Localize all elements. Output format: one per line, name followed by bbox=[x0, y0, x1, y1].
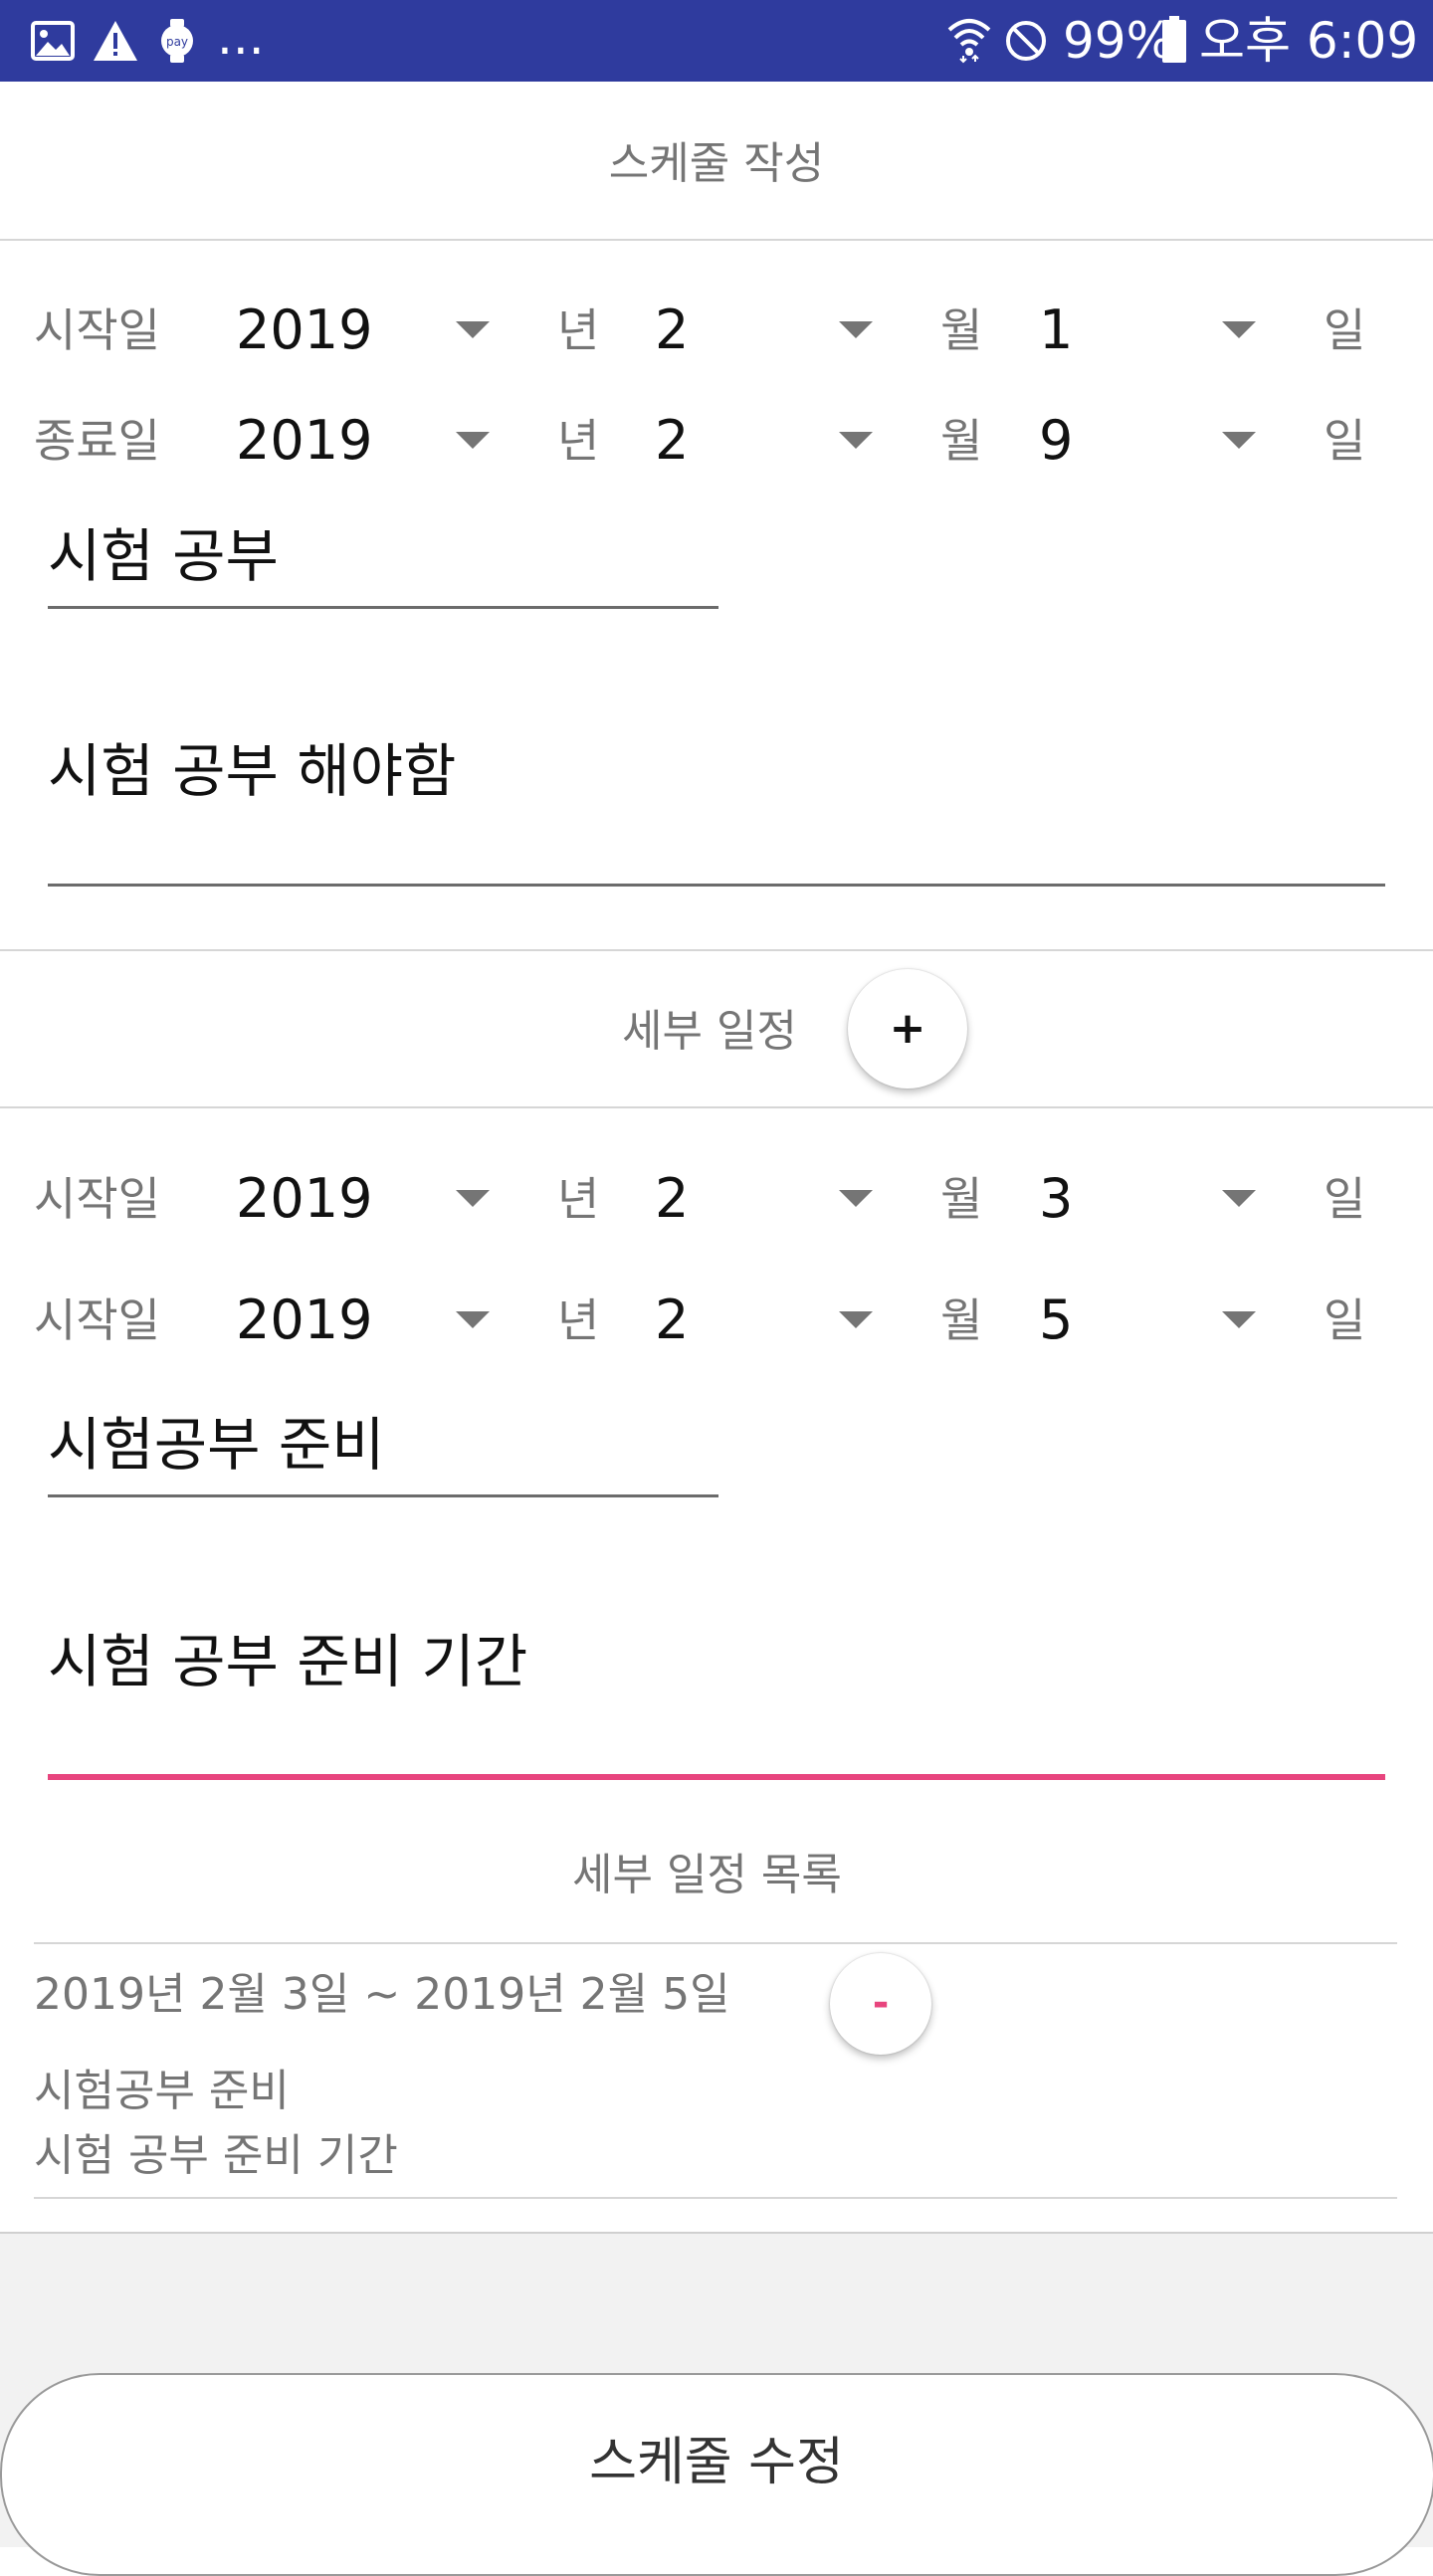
svg-text:pay: pay bbox=[166, 35, 188, 49]
bottom-divider bbox=[0, 2232, 1433, 2234]
detail-start-date-row: 시작일 2019 년 2 월 3 일 bbox=[0, 1154, 1433, 1244]
do-not-disturb-icon bbox=[1006, 21, 1046, 61]
start-date-label: 시작일 bbox=[34, 303, 160, 357]
start-month-spinner[interactable]: 2 bbox=[647, 286, 886, 375]
list-bottom-divider bbox=[34, 2197, 1397, 2199]
end-day-spinner[interactable]: 9 bbox=[1030, 396, 1269, 486]
end-year-spinner[interactable]: 2019 bbox=[229, 396, 498, 486]
list-item-title: 시험공부 준비 bbox=[34, 2066, 290, 2116]
schedule-description-value: 시험 공부 해야함 bbox=[48, 737, 457, 805]
start-year-spinner[interactable]: 2019 bbox=[229, 286, 498, 375]
chevron-down-icon bbox=[1222, 1190, 1256, 1207]
section-divider bbox=[0, 1106, 1433, 1108]
year-unit: 년 bbox=[557, 303, 600, 357]
detail-start-year-value: 2019 bbox=[236, 1167, 373, 1230]
end-date-label: 종료일 bbox=[34, 414, 160, 468]
list-item-description: 시험 공부 준비 기간 bbox=[34, 2130, 398, 2181]
day-unit: 일 bbox=[1324, 1172, 1366, 1226]
warning-icon bbox=[94, 21, 137, 61]
end-year-value: 2019 bbox=[236, 409, 373, 472]
wifi-icon bbox=[947, 19, 991, 64]
more-notifications: ... bbox=[217, 8, 265, 66]
detail-start-date-label: 시작일 bbox=[34, 1172, 160, 1226]
detail-title-underline bbox=[48, 1494, 718, 1497]
start-year-value: 2019 bbox=[236, 298, 373, 361]
battery-percent: 99% bbox=[1063, 12, 1174, 70]
detail-start-month-spinner[interactable]: 2 bbox=[647, 1154, 886, 1244]
start-day-spinner[interactable]: 1 bbox=[1030, 286, 1269, 375]
section-divider bbox=[0, 949, 1433, 951]
chevron-down-icon bbox=[456, 432, 490, 449]
update-schedule-label: 스케줄 수정 bbox=[589, 2433, 844, 2492]
chevron-down-icon bbox=[456, 321, 490, 338]
detail-start-month-value: 2 bbox=[655, 1167, 690, 1230]
image-icon bbox=[31, 21, 75, 61]
detail-end-date-row: 시작일 2019 년 2 월 5 일 bbox=[0, 1276, 1433, 1365]
chevron-down-icon bbox=[1222, 432, 1256, 449]
schedule-description-field[interactable]: 시험 공부 해야함 bbox=[48, 731, 1385, 891]
detail-description-field[interactable]: 시험 공부 준비 기간 bbox=[48, 1622, 1385, 1781]
detail-description-value: 시험 공부 준비 기간 bbox=[48, 1628, 528, 1695]
chevron-down-icon bbox=[839, 1311, 873, 1328]
end-date-row: 종료일 2019 년 2 월 9 일 bbox=[0, 396, 1433, 486]
battery-icon bbox=[1162, 16, 1186, 63]
day-unit: 일 bbox=[1324, 414, 1366, 468]
chevron-down-icon bbox=[1222, 321, 1256, 338]
list-item: 2019년 2월 3일 ~ 2019년 2월 5일 - 시험공부 준비 시험 공… bbox=[0, 1945, 1433, 2199]
add-detail-button[interactable]: + bbox=[848, 969, 967, 1089]
detail-end-month-value: 2 bbox=[655, 1288, 690, 1351]
end-month-spinner[interactable]: 2 bbox=[647, 396, 886, 486]
chevron-down-icon bbox=[839, 432, 873, 449]
clock: 오후 6:09 bbox=[1199, 12, 1419, 70]
month-unit: 월 bbox=[940, 1172, 983, 1226]
detail-start-day-spinner[interactable]: 3 bbox=[1030, 1154, 1269, 1244]
end-month-value: 2 bbox=[655, 409, 690, 472]
detail-description-underline bbox=[48, 1774, 1385, 1780]
month-unit: 월 bbox=[940, 303, 983, 357]
chevron-down-icon bbox=[456, 1190, 490, 1207]
header-divider bbox=[0, 239, 1433, 241]
pay-icon: pay bbox=[161, 19, 193, 63]
end-day-value: 9 bbox=[1039, 409, 1074, 472]
detail-end-date-label: 시작일 bbox=[34, 1293, 160, 1347]
remove-detail-button[interactable]: - bbox=[830, 1953, 931, 2055]
detail-end-month-spinner[interactable]: 2 bbox=[647, 1276, 886, 1365]
day-unit: 일 bbox=[1324, 1293, 1366, 1347]
detail-end-day-spinner[interactable]: 5 bbox=[1030, 1276, 1269, 1365]
chevron-down-icon bbox=[456, 1311, 490, 1328]
list-item-range: 2019년 2월 3일 ~ 2019년 2월 5일 bbox=[34, 1969, 730, 2020]
schedule-title-underline bbox=[48, 606, 718, 609]
start-day-value: 1 bbox=[1039, 298, 1074, 361]
start-date-row: 시작일 2019 년 2 월 1 일 bbox=[0, 286, 1433, 375]
detail-start-day-value: 3 bbox=[1039, 1167, 1074, 1230]
detail-end-day-value: 5 bbox=[1039, 1288, 1074, 1351]
year-unit: 년 bbox=[557, 1172, 600, 1226]
page-title: 스케줄 작성 bbox=[608, 138, 825, 189]
schedule-title-field[interactable]: 시험 공부 bbox=[48, 512, 718, 612]
schedule-title-value: 시험 공부 bbox=[48, 522, 279, 590]
day-unit: 일 bbox=[1324, 303, 1366, 357]
chevron-down-icon bbox=[839, 321, 873, 338]
detail-title-field[interactable]: 시험공부 준비 bbox=[48, 1403, 718, 1502]
schedule-description-underline bbox=[48, 884, 1385, 887]
start-month-value: 2 bbox=[655, 298, 690, 361]
year-unit: 년 bbox=[557, 414, 600, 468]
detail-end-year-spinner[interactable]: 2019 bbox=[229, 1276, 498, 1365]
detail-end-year-value: 2019 bbox=[236, 1288, 373, 1351]
month-unit: 월 bbox=[940, 1293, 983, 1347]
detail-start-year-spinner[interactable]: 2019 bbox=[229, 1154, 498, 1244]
year-unit: 년 bbox=[557, 1293, 600, 1347]
month-unit: 월 bbox=[940, 414, 983, 468]
chevron-down-icon bbox=[839, 1190, 873, 1207]
detail-list-title: 세부 일정 목록 bbox=[572, 1850, 842, 1900]
plus-icon: + bbox=[889, 1003, 926, 1054]
status-bar: pay ... 99% 오후 6:09 bbox=[0, 0, 1433, 82]
detail-title-value: 시험공부 준비 bbox=[48, 1411, 385, 1479]
minus-icon: - bbox=[872, 1980, 890, 2026]
detail-section-label: 세부 일정 bbox=[622, 1006, 797, 1057]
chevron-down-icon bbox=[1222, 1311, 1256, 1328]
list-top-divider bbox=[34, 1942, 1397, 1944]
